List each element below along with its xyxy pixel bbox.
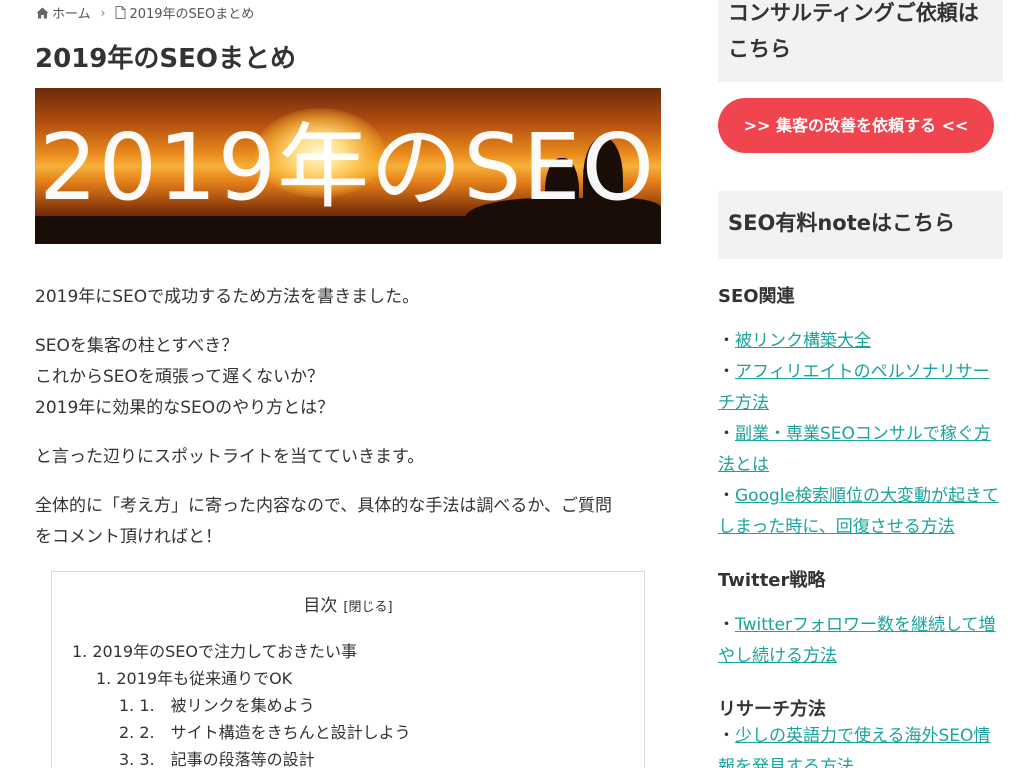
bullet: ・ [718,615,735,635]
link-backlink-guide[interactable]: 被リンク構築大全 [735,331,871,351]
bullet: ・ [718,331,735,351]
paragraph-line: をコメント頂ければと！ [35,527,222,547]
toc-item[interactable]: 2. 2. サイト構造をきちんと設計しよう [72,719,411,746]
toc-item-number: 1. [119,696,135,715]
hero-image: 2019年のSEO [35,88,661,244]
section-heading-research: リサーチ方法 [718,699,826,720]
breadcrumb-current: 2019年のSEOまとめ [129,7,255,22]
toc-item-label: 2019年も従来通りでOK [116,669,293,688]
consulting-title: コンサルティングご依頼はこちら [728,1,979,61]
chevron-right-icon: › [100,5,106,20]
toc-item-number: 1. [96,669,112,688]
toc-item-label: 1. 被リンクを集めよう [139,696,315,715]
paragraph-line: と言った辺りにスポットライトを当てていきます。 [35,447,425,467]
document-icon [115,6,126,19]
toc-header: 目次 [閉じる] [52,591,644,616]
bullet: ・ [718,362,735,382]
note-title: SEO有料noteはこちら [728,211,955,235]
list-item: ・Google検索順位の大変動が起きてしまった時に、回復させる方法 [718,481,1003,543]
research-link-list: ・少しの英語力で使える海外SEO情報を発見する方法 [718,721,1003,768]
breadcrumb: ホーム › 2019年のSEOまとめ [36,3,254,22]
toc-item-label: 2. サイト構造をきちんと設計しよう [139,723,411,742]
toc-item[interactable]: 3. 3. 記事の段落等の設計 [72,746,411,768]
list-item: ・少しの英語力で使える海外SEO情報を発見する方法 [718,721,1003,768]
toc-title: 目次 [303,596,338,616]
article-body: 2019年にSEOで成功するため方法を書きました。 SEOを集客の柱とすべき？ … [35,282,655,571]
paragraph: と言った辺りにスポットライトを当てていきます。 [35,442,655,473]
twitter-link-list: ・Twitterフォロワー数を継続して増やし続ける方法 [718,610,1003,672]
paragraph: 全体的に「考え方」に寄った内容なので、具体的な手法は調べるか、ご質問 をコメント… [35,491,655,553]
link-seo-consulting-income[interactable]: 副業・専業SEOコンサルで稼ぐ方法とは [718,424,991,475]
toc-item-number: 3. [119,750,135,768]
paragraph-line: 2019年に効果的なSEOのやり方とは？ [35,398,335,418]
seo-link-list: ・被リンク構築大全 ・アフィリエイトのペルソナリサーチ方法 ・副業・専業SEOコ… [718,326,1003,543]
paragraph: SEOを集客の柱とすべき？ これからSEOを頑張って遅くないか？ 2019年に効… [35,331,655,424]
link-overseas-seo-info[interactable]: 少しの英語力で使える海外SEO情報を発見する方法 [718,726,990,768]
list-item: ・副業・専業SEOコンサルで稼ぐ方法とは [718,419,1003,481]
bullet: ・ [718,726,735,746]
paragraph: 2019年にSEOで成功するため方法を書きました。 [35,282,655,313]
toc-item[interactable]: 1. 2019年も従来通りでOK [72,665,411,692]
table-of-contents: 目次 [閉じる] 1. 2019年のSEOで注力しておきたい事 1. 2019年も… [51,571,645,768]
link-affiliate-persona[interactable]: アフィリエイトのペルソナリサーチ方法 [718,362,990,413]
bullet: ・ [718,486,735,506]
list-item: ・被リンク構築大全 [718,326,1003,357]
toc-toggle-link[interactable]: [閉じる] [343,600,392,615]
paragraph-line: 2019年にSEOで成功するため方法を書きました。 [35,287,420,307]
request-consulting-button[interactable]: >> 集客の改善を依頼する << [718,98,994,153]
bullet: ・ [718,424,735,444]
toc-item-label: 2019年のSEOで注力しておきたい事 [92,642,357,661]
list-item: ・アフィリエイトのペルソナリサーチ方法 [718,357,1003,419]
breadcrumb-home-link[interactable]: ホーム [52,3,91,22]
paragraph-line: 全体的に「考え方」に寄った内容なので、具体的な手法は調べるか、ご質問 [35,496,612,516]
list-item: ・Twitterフォロワー数を継続して増やし続ける方法 [718,610,1003,672]
toc-item-number: 2. [119,723,135,742]
section-heading-twitter: Twitter戦略 [718,570,826,591]
section-heading-seo: SEO関連 [718,286,795,307]
toc-item-label: 3. 記事の段落等の設計 [139,750,315,768]
toc-list: 1. 2019年のSEOで注力しておきたい事 1. 2019年も従来通りでOK … [72,638,411,768]
page-title: 2019年のSEOまとめ [35,44,296,74]
note-widget: SEO有料noteはこちら [718,191,1003,259]
paragraph-line: SEOを集客の柱とすべき？ [35,336,239,356]
toc-item-number: 1. [72,642,88,661]
home-icon [36,7,49,18]
paragraph-line: これからSEOを頑張って遅くないか？ [35,367,325,387]
hero-text: 2019年のSEO [39,114,656,221]
toc-item[interactable]: 1. 1. 被リンクを集めよう [72,692,411,719]
link-google-ranking-recovery[interactable]: Google検索順位の大変動が起きてしまった時に、回復させる方法 [718,486,999,537]
toc-item[interactable]: 1. 2019年のSEOで注力しておきたい事 [72,638,411,665]
link-twitter-followers[interactable]: Twitterフォロワー数を継続して増やし続ける方法 [718,615,995,666]
consulting-widget: コンサルティングご依頼はこちら [718,0,1003,82]
